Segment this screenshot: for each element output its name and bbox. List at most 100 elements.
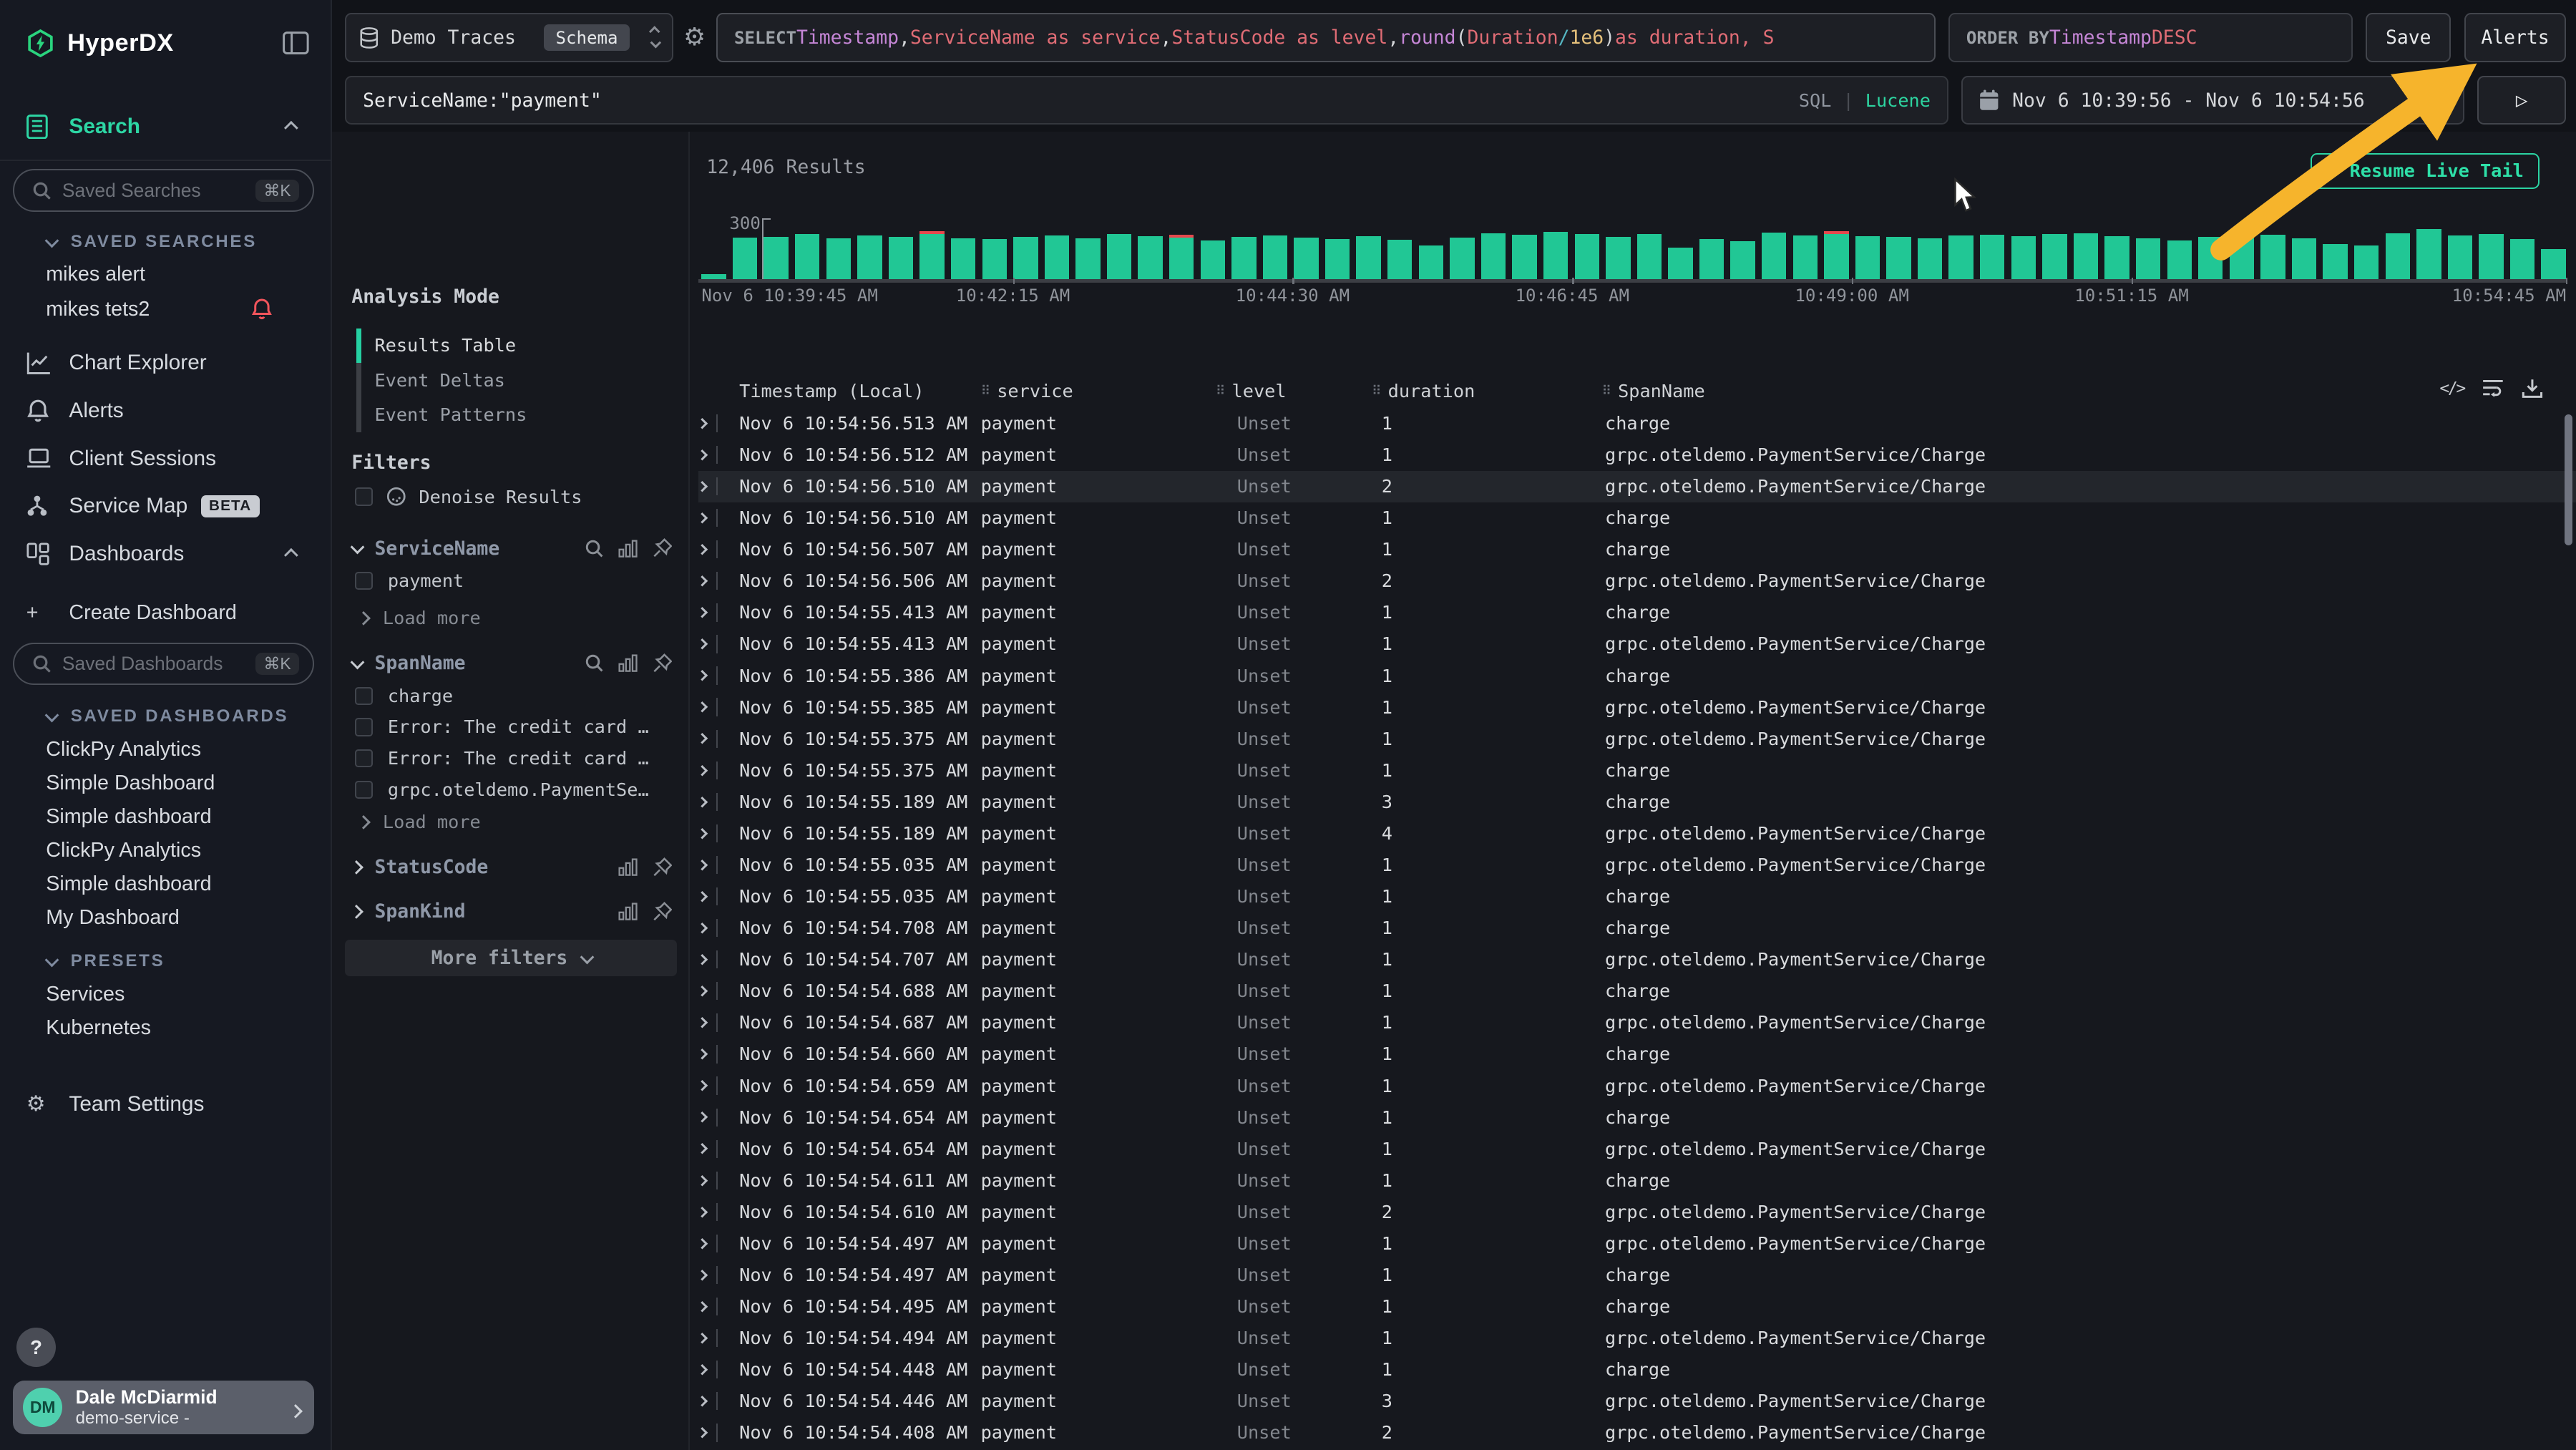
histogram-bar[interactable] [982, 239, 1007, 279]
checkbox[interactable] [355, 687, 373, 705]
histogram-bar[interactable] [1948, 235, 1973, 279]
histogram-bar[interactable] [1138, 236, 1162, 280]
expand-row-button[interactable] [698, 635, 739, 653]
histogram-bar[interactable] [1606, 237, 1630, 279]
filter-group-spanname[interactable]: SpanName [351, 652, 672, 674]
table-row[interactable]: Nov 6 10:54:54.659 AMpaymentUnset1grpc.o… [698, 1070, 2576, 1101]
histogram-bar[interactable] [1762, 233, 1786, 279]
expand-row-button[interactable] [698, 887, 739, 905]
date-range-picker[interactable]: Nov 6 10:39:56 - Nov 6 10:54:56 [1961, 76, 2464, 125]
column-header-service[interactable]: ⠿service [981, 374, 1216, 407]
bar-chart-icon[interactable] [618, 540, 638, 558]
filter-value-row[interactable]: Error: The credit card … [355, 743, 677, 774]
filter-value-row[interactable]: charge [355, 681, 677, 712]
table-row[interactable]: Nov 6 10:54:54.707 AMpaymentUnset1grpc.o… [698, 944, 2576, 975]
table-row[interactable]: Nov 6 10:54:54.688 AMpaymentUnset1charge [698, 975, 2576, 1007]
checkbox[interactable] [355, 718, 373, 736]
histogram-bar[interactable] [2510, 239, 2534, 279]
sidebar-item-preset[interactable]: Kubernetes [46, 1016, 151, 1050]
sidebar-item-dashboard[interactable]: Simple dashboard [46, 872, 215, 906]
drag-handle-icon[interactable]: ⠿ [1216, 384, 1225, 399]
table-row[interactable]: Nov 6 10:54:56.507 AMpaymentUnset1charge [698, 534, 2576, 565]
column-header-duration[interactable]: ⠿duration [1372, 374, 1601, 407]
histogram-bar[interactable] [2042, 234, 2067, 279]
filter-value-row[interactable]: grpc.oteldemo.PaymentSe… [355, 774, 677, 805]
collapse-sidebar-icon[interactable] [283, 31, 309, 54]
sql-mode-toggle[interactable]: SQL [1799, 90, 1832, 111]
save-button[interactable]: Save [2366, 13, 2451, 62]
expand-row-button[interactable] [698, 446, 739, 464]
expand-row-button[interactable] [698, 824, 739, 842]
histogram-bar[interactable] [1793, 235, 1818, 279]
search-icon[interactable] [585, 540, 603, 558]
expand-row-button[interactable] [698, 856, 739, 874]
expand-row-button[interactable] [698, 1266, 739, 1284]
sidebar-item-client-sessions[interactable]: Client Sessions [0, 440, 332, 477]
table-row[interactable]: Nov 6 10:54:54.494 AMpaymentUnset1grpc.o… [698, 1323, 2576, 1354]
table-row[interactable]: Nov 6 10:54:56.513 AMpaymentUnset1charge [698, 407, 2576, 439]
run-query-button[interactable]: ▷ [2477, 76, 2566, 125]
histogram-bar[interactable] [1886, 237, 1911, 279]
source-settings-gear-icon[interactable]: ⚙ [683, 23, 706, 52]
filter-value-row[interactable]: payment [355, 565, 464, 597]
histogram-bar[interactable] [1013, 237, 1038, 280]
expand-row-button[interactable] [698, 1203, 739, 1221]
histogram-bar[interactable] [1668, 248, 1692, 280]
filter-value-row[interactable]: Error: The credit card … [355, 711, 677, 743]
histogram-bar[interactable] [889, 237, 913, 280]
histogram-bar[interactable] [1231, 237, 1256, 280]
drag-handle-icon[interactable]: ⠿ [1601, 384, 1611, 399]
histogram-bar[interactable] [2479, 234, 2503, 279]
expand-row-button[interactable] [698, 572, 739, 590]
sidebar-item-preset[interactable]: Services [46, 983, 151, 1016]
more-filters-button[interactable]: More filters [345, 940, 677, 976]
table-row[interactable]: Nov 6 10:54:56.512 AMpaymentUnset1grpc.o… [698, 439, 2576, 470]
expand-row-button[interactable] [698, 1298, 739, 1315]
mode-results-table[interactable]: Results Table [374, 335, 516, 358]
expand-row-button[interactable] [698, 1392, 739, 1410]
histogram-bar[interactable] [919, 234, 944, 279]
histogram-bar[interactable] [1325, 239, 1350, 279]
expand-row-button[interactable] [698, 540, 739, 558]
histogram-bar[interactable] [1481, 233, 1506, 279]
filter-group-servicename[interactable]: ServiceName [351, 537, 672, 560]
filter-group-spankind[interactable]: SpanKind [351, 900, 672, 923]
bar-chart-icon[interactable] [618, 654, 638, 672]
table-row[interactable]: Nov 6 10:54:54.610 AMpaymentUnset2grpc.o… [698, 1196, 2576, 1227]
table-row[interactable]: Nov 6 10:54:56.510 AMpaymentUnset1charge [698, 502, 2576, 534]
expand-row-button[interactable] [698, 477, 739, 495]
table-row[interactable]: Nov 6 10:54:54.408 AMpaymentUnset2grpc.o… [698, 1417, 2576, 1449]
expand-row-button[interactable] [698, 603, 739, 621]
language-toggle[interactable]: SQL | Lucene [1799, 90, 1931, 111]
load-more-button[interactable]: Load more [358, 608, 481, 628]
drag-handle-icon[interactable]: ⠿ [981, 384, 990, 399]
saved-searches-input[interactable]: Saved Searches ⌘K [13, 169, 313, 212]
help-button[interactable]: ? [16, 1328, 56, 1367]
sidebar-item-chart-explorer[interactable]: Chart Explorer [0, 345, 332, 381]
sidebar-item-dashboards[interactable]: Dashboards [0, 535, 332, 572]
histogram-bar[interactable] [733, 238, 757, 280]
sidebar-item-alerts[interactable]: Alerts [0, 393, 332, 429]
histogram-bar[interactable] [2136, 238, 2160, 279]
saved-dashboards-section[interactable]: SAVED DASHBOARDS [46, 706, 288, 726]
histogram-bar[interactable] [1512, 235, 1536, 279]
load-more-button[interactable]: Load more [358, 812, 481, 832]
table-row[interactable]: Nov 6 10:54:54.448 AMpaymentUnset1charge [698, 1354, 2576, 1386]
pin-icon[interactable] [653, 857, 673, 877]
saved-search-item[interactable]: mikes alert [46, 263, 145, 286]
histogram-bar[interactable] [826, 238, 851, 280]
expand-row-button[interactable] [698, 1045, 739, 1063]
expand-row-button[interactable] [698, 1235, 739, 1252]
alerts-button[interactable]: Alerts [2464, 13, 2566, 62]
pin-icon[interactable] [653, 538, 673, 558]
histogram-bar[interactable] [2541, 249, 2565, 279]
table-row[interactable]: Nov 6 10:54:54.495 AMpaymentUnset1charge [698, 1291, 2576, 1323]
expand-row-button[interactable] [698, 1329, 739, 1347]
column-header-timestamp-local-[interactable]: Timestamp (Local) [739, 374, 980, 407]
filter-group-statuscode[interactable]: StatusCode [351, 856, 672, 878]
expand-row-button[interactable] [698, 730, 739, 748]
expand-row-button[interactable] [698, 1076, 739, 1094]
expand-row-button[interactable] [698, 414, 739, 432]
expand-row-button[interactable] [698, 982, 739, 1000]
expand-row-button[interactable] [698, 1424, 739, 1441]
